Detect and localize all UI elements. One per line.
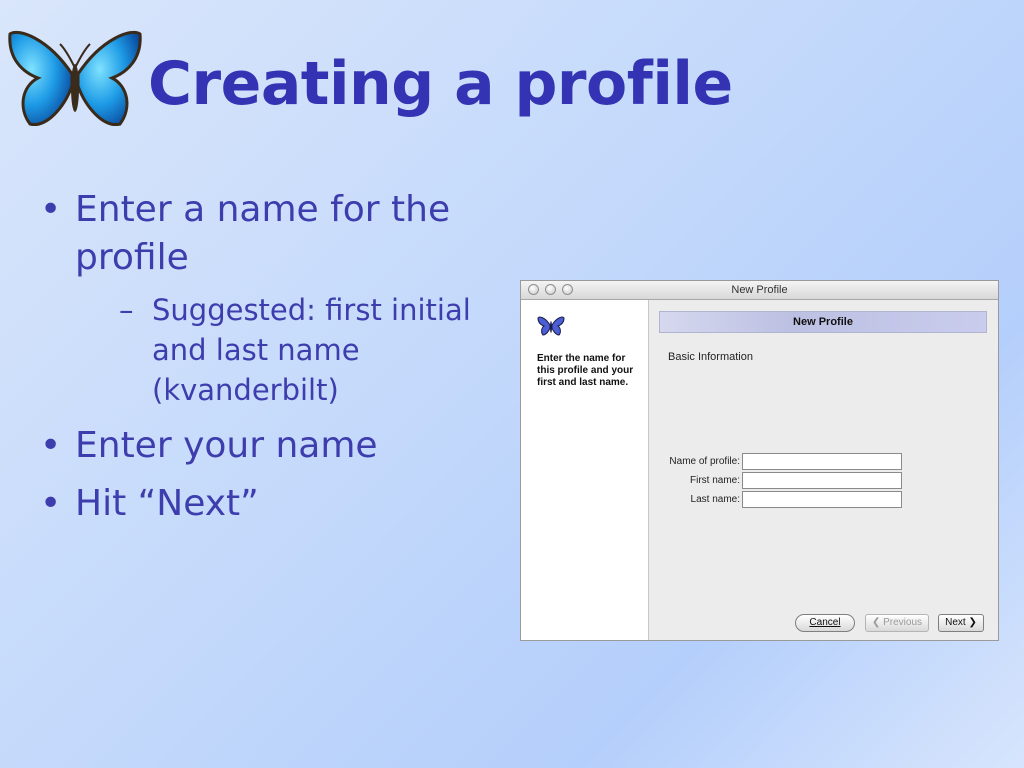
cancel-button[interactable]: Cancel [795, 614, 855, 632]
last-name-input[interactable] [742, 491, 902, 508]
wizard-header: New Profile [659, 311, 987, 333]
chevron-right-icon: ❯ [968, 617, 977, 628]
last-name-label: Last name: [690, 494, 740, 505]
next-button[interactable]: Next ❯ [938, 614, 984, 632]
chevron-left-icon: ❮ [871, 617, 881, 628]
first-name-label: First name: [689, 475, 740, 486]
window-title: New Profile [731, 284, 788, 296]
next-label: Next [945, 617, 966, 628]
first-name-input[interactable] [742, 472, 902, 489]
bullet-item: Enter a name for the profile [40, 186, 500, 282]
previous-label: Previous [883, 617, 923, 628]
bullet-item: Enter your name [40, 422, 500, 470]
butterfly-icon [8, 30, 142, 126]
window-titlebar[interactable]: New Profile [521, 281, 998, 300]
previous-button[interactable]: ❮ Previous [865, 614, 929, 632]
sub-bullet-item: Suggested: first initial and last name (… [119, 290, 502, 410]
profile-name-label: Name of profile: [669, 456, 740, 467]
bullet-list: Enter a name for the profile Suggested: … [40, 186, 500, 538]
wizard-side-pane: Enter the name for this profile and your… [521, 300, 649, 640]
section-heading: Basic Information [668, 351, 753, 363]
new-profile-window: New Profile Enter the name for this prof… [520, 280, 999, 641]
profile-name-input[interactable] [742, 453, 902, 470]
cancel-label: Cancel [809, 617, 841, 628]
wizard-instructions: Enter the name for this profile and your… [537, 353, 634, 388]
butterfly-icon [537, 316, 565, 336]
bullet-item: Hit “Next” [40, 480, 500, 528]
slide-title: Creating a profile [148, 49, 733, 119]
